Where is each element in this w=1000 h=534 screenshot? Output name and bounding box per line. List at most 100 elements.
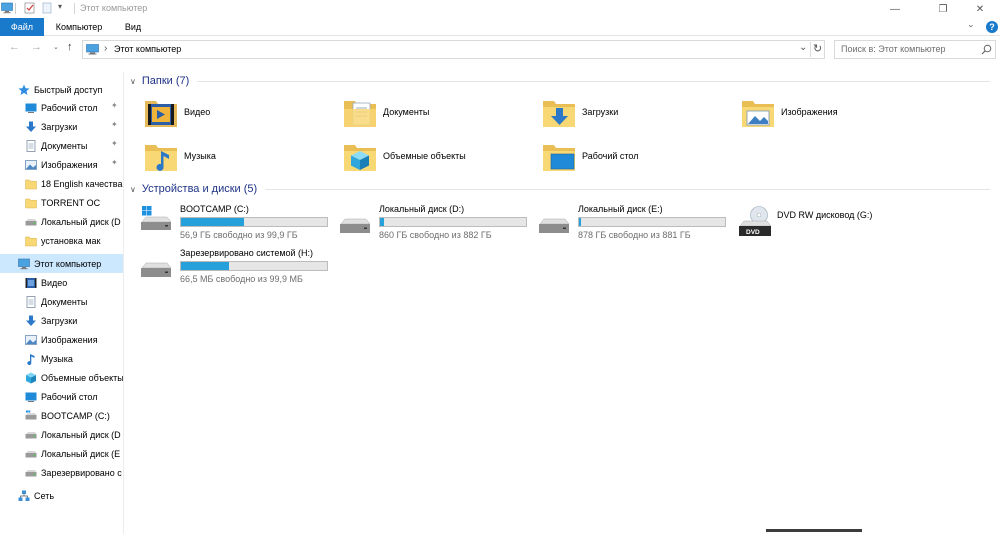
sidebar-item-network[interactable]: Сеть: [0, 486, 123, 505]
back-arrow-icon[interactable]: ←: [9, 41, 20, 53]
tab-view[interactable]: Вид: [116, 18, 150, 36]
group-divider: [197, 80, 990, 82]
folder-downloads[interactable]: Загрузки: [542, 92, 732, 132]
search-icon[interactable]: [981, 44, 992, 55]
sidebar-item-folder-mac[interactable]: установка мак: [0, 231, 123, 250]
address-path[interactable]: Этот компьютер: [114, 44, 181, 54]
tab-file[interactable]: Файл: [0, 18, 44, 36]
drive-usage-fill: [181, 218, 244, 226]
taskbar-preview-strip: [766, 529, 862, 532]
sidebar-item-desktop[interactable]: Рабочий стол ✦: [0, 98, 123, 117]
sidebar-item-3d-objects[interactable]: Объемные объекты: [0, 368, 123, 387]
recent-locations-icon[interactable]: ⌄: [53, 43, 59, 51]
minimize-icon: —: [890, 3, 900, 15]
ribbon-expand-icon[interactable]: ›: [967, 25, 977, 28]
window-title: Этот компьютер: [80, 3, 148, 13]
sidebar-item-label: Локальный диск (D: [41, 216, 121, 227]
group-header-drives[interactable]: ∨ Устройства и диски (5): [125, 180, 990, 198]
sidebar-item-label: Зарезервировано с: [41, 467, 122, 478]
sidebar-item-bootcamp-c[interactable]: BOOTCAMP (C:): [0, 406, 123, 425]
content-pane: ∨ Папки (7) Видео Документы Загрузки Изо…: [125, 64, 1000, 534]
search-field[interactable]: Поиск в: Этот компьютер: [834, 40, 996, 59]
this-pc-icon: [18, 258, 30, 270]
address-field[interactable]: › Этот компьютер ⌄ ↻: [82, 40, 825, 59]
folder-music[interactable]: Музыка: [144, 136, 334, 176]
restore-button[interactable]: ❐: [928, 0, 958, 18]
drive-dvd-g[interactable]: DVD DVD RW дисковод (G:): [737, 204, 957, 250]
sidebar-item-video[interactable]: Видео: [0, 273, 123, 292]
sidebar-item-label: Загрузки: [41, 315, 78, 326]
group-header-folders[interactable]: ∨ Папки (7): [125, 72, 990, 90]
sidebar-item-downloads[interactable]: Загрузки: [0, 311, 123, 330]
drive-local-d[interactable]: Локальный диск (D:) 860 ГБ свободно из 8…: [339, 204, 535, 250]
up-arrow-icon[interactable]: ↑: [67, 41, 73, 53]
sidebar-item-this-pc[interactable]: Этот компьютер: [0, 254, 123, 273]
close-button[interactable]: ✕: [965, 0, 995, 18]
dvd-badge: DVD: [746, 229, 760, 236]
qa-customize-icon[interactable]: ▾: [58, 2, 62, 11]
this-pc-icon: [1, 2, 13, 14]
pin-icon[interactable]: ✦: [111, 139, 118, 148]
sidebar-item-label: Загрузки: [41, 121, 78, 132]
star-icon: [18, 84, 30, 96]
qa-separator: [15, 3, 16, 14]
sidebar-item-reserved-h[interactable]: Зарезервировано с: [0, 463, 123, 482]
sidebar-item-quick-access[interactable]: Быстрый доступ: [0, 80, 123, 99]
drive-local-e[interactable]: Локальный диск (E:) 878 ГБ свободно из 8…: [538, 204, 734, 250]
help-icon[interactable]: ?: [986, 21, 998, 33]
sidebar-item-documents[interactable]: Документы: [0, 292, 123, 311]
group-title: Устройства и диски (5): [141, 183, 258, 195]
this-pc-icon: [86, 44, 99, 55]
new-folder-icon[interactable]: [41, 2, 53, 14]
minimize-button[interactable]: —: [880, 0, 910, 18]
pin-icon[interactable]: ✦: [111, 120, 118, 129]
folder-video[interactable]: Видео: [144, 92, 334, 132]
sidebar-item-label: Документы: [41, 140, 88, 151]
folder-desktop[interactable]: Рабочий стол: [542, 136, 732, 176]
downloads-icon: [25, 315, 37, 327]
folder-pictures[interactable]: Изображения: [741, 92, 931, 132]
drive-icon: [25, 216, 37, 228]
sidebar-item-pictures[interactable]: Изображения ✦: [0, 155, 123, 174]
sidebar-item-pictures[interactable]: Изображения: [0, 330, 123, 349]
folder-label: Рабочий стол: [582, 151, 639, 161]
refresh-icon[interactable]: ↻: [813, 42, 822, 55]
tab-computer[interactable]: Компьютер: [46, 18, 112, 36]
folder-icon: [25, 235, 37, 247]
dvd-drive-icon: DVD: [739, 206, 772, 236]
pictures-folder-icon: [742, 101, 774, 127]
path-separator-icon[interactable]: ›: [104, 43, 107, 54]
sidebar-item-local-disk-d[interactable]: Локальный диск (D: [0, 212, 123, 231]
sidebar-item-downloads[interactable]: Загрузки ✦: [0, 117, 123, 136]
sidebar-item-local-disk-e[interactable]: Локальный диск (E: [0, 444, 123, 463]
sidebar-item-documents[interactable]: Документы ✦: [0, 136, 123, 155]
collapse-chevron-icon[interactable]: ∨: [130, 77, 136, 86]
folder-3d-objects[interactable]: Объемные объекты: [343, 136, 533, 176]
folder-label: Музыка: [184, 151, 216, 161]
sidebar-item-local-disk-d[interactable]: Локальный диск (D: [0, 425, 123, 444]
sidebar-item-folder-english[interactable]: 18 English качества: [0, 174, 123, 193]
folder-documents[interactable]: Документы: [343, 92, 533, 132]
downloads-folder-icon: [543, 101, 575, 127]
drive-bootcamp-c[interactable]: BOOTCAMP (C:) 56,9 ГБ свободно из 99,9 Г…: [140, 204, 336, 250]
drive-reserved-h[interactable]: Зарезервировано системой (H:) 66,5 МБ св…: [140, 248, 336, 294]
pin-icon[interactable]: ✦: [111, 158, 118, 167]
close-icon: ✕: [975, 3, 985, 15]
drive-space-info: 66,5 МБ свободно из 99,9 МБ: [180, 274, 303, 284]
drive-usage-fill: [380, 218, 384, 226]
address-dropdown-icon[interactable]: ⌄: [799, 42, 807, 53]
sidebar-item-folder-torrent[interactable]: TORRENT OC: [0, 193, 123, 212]
drive-icon: [141, 262, 172, 277]
video-folder-icon: [145, 101, 177, 127]
sidebar-item-desktop[interactable]: Рабочий стол: [0, 387, 123, 406]
forward-arrow-icon[interactable]: →: [31, 41, 42, 53]
pin-icon[interactable]: ✦: [111, 101, 118, 110]
desktop-folder-icon: [543, 145, 575, 171]
collapse-chevron-icon[interactable]: ∨: [130, 185, 136, 194]
folder-label: Загрузки: [582, 107, 619, 117]
sidebar-item-music[interactable]: Музыка: [0, 349, 123, 368]
properties-icon[interactable]: [24, 2, 36, 14]
sidebar-item-label: Сеть: [34, 490, 55, 501]
folder-label: Видео: [184, 107, 211, 117]
sidebar-item-label: Быстрый доступ: [34, 84, 103, 95]
